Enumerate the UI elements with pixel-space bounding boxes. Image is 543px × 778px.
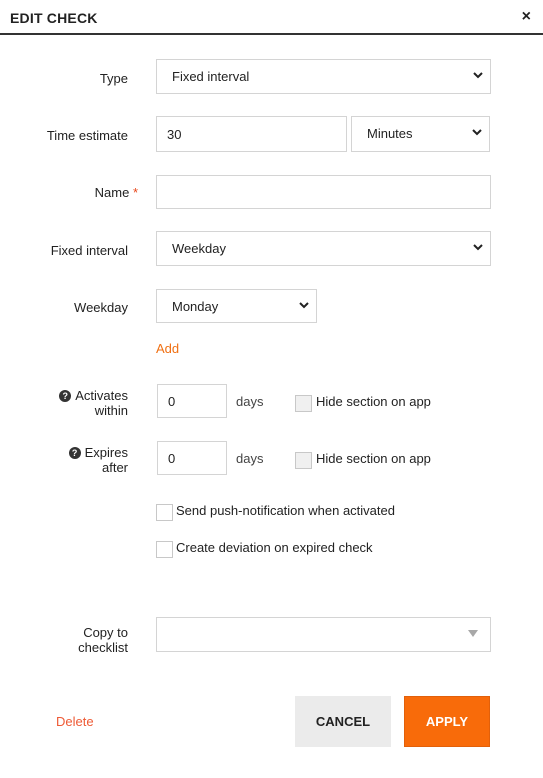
expires-days-unit: days bbox=[236, 451, 264, 466]
chevron-down-icon bbox=[472, 129, 482, 136]
activates-label-line2: within bbox=[94, 403, 128, 418]
help-icon[interactable]: ? bbox=[59, 390, 72, 402]
expires-label-line2: after bbox=[101, 460, 128, 475]
weekday-select[interactable]: Monday bbox=[156, 289, 317, 323]
fixed-interval-label: Fixed interval bbox=[50, 243, 128, 258]
weekday-label: Weekday bbox=[74, 300, 128, 315]
add-weekday-link[interactable]: Add bbox=[156, 341, 179, 356]
delete-link[interactable]: Delete bbox=[56, 714, 94, 729]
create-deviation-checkbox[interactable] bbox=[156, 541, 173, 558]
time-estimate-value: 30 bbox=[167, 127, 182, 142]
apply-button[interactable]: APPLY bbox=[404, 696, 490, 747]
name-label: Name * bbox=[95, 185, 138, 200]
dialog-title: EDIT CHECK bbox=[10, 10, 98, 26]
expires-after-input[interactable]: 0 bbox=[157, 441, 227, 475]
chevron-down-icon bbox=[473, 244, 483, 251]
copy-to-checklist-label: Copy to checklist bbox=[78, 625, 128, 655]
dialog-header: EDIT CHECK × bbox=[0, 0, 543, 35]
expires-after-label: ? Expires after bbox=[68, 445, 128, 475]
cancel-button[interactable]: CANCEL bbox=[295, 696, 391, 747]
expires-hide-label: Hide section on app bbox=[316, 451, 431, 466]
fixed-interval-select[interactable]: Weekday bbox=[156, 231, 491, 266]
expires-label-line1: Expires bbox=[84, 445, 128, 460]
activates-within-value: 0 bbox=[168, 394, 176, 409]
type-label: Type bbox=[99, 71, 128, 86]
push-notification-checkbox[interactable] bbox=[156, 504, 173, 521]
copy-label-line2: checklist bbox=[78, 640, 128, 655]
time-unit-select[interactable]: Minutes bbox=[351, 116, 490, 152]
chevron-down-icon bbox=[299, 302, 309, 309]
expires-hide-checkbox[interactable] bbox=[295, 452, 312, 469]
expires-after-value: 0 bbox=[168, 451, 176, 466]
time-unit-value: Minutes bbox=[367, 126, 413, 141]
weekday-value: Monday bbox=[172, 299, 219, 314]
push-notification-label: Send push-notification when activated bbox=[176, 503, 395, 518]
time-estimate-input[interactable]: 30 bbox=[156, 116, 347, 152]
activates-days-unit: days bbox=[236, 394, 264, 409]
name-input[interactable] bbox=[156, 175, 491, 209]
activates-hide-label: Hide section on app bbox=[316, 394, 431, 409]
activates-within-label: ? Activates within bbox=[59, 388, 128, 418]
name-label-text: Name bbox=[94, 185, 130, 200]
type-select[interactable]: Fixed interval bbox=[156, 59, 491, 94]
required-mark: * bbox=[132, 185, 138, 200]
fixed-interval-value: Weekday bbox=[172, 241, 226, 256]
copy-to-checklist-select[interactable] bbox=[156, 617, 491, 652]
help-icon[interactable]: ? bbox=[68, 447, 81, 459]
close-icon[interactable]: × bbox=[522, 8, 531, 26]
copy-label-line1: Copy to bbox=[83, 625, 128, 640]
activates-label-line1: Activates bbox=[75, 388, 128, 403]
time-estimate-label: Time estimate bbox=[46, 128, 128, 143]
activates-hide-checkbox[interactable] bbox=[295, 395, 312, 412]
activates-within-input[interactable]: 0 bbox=[157, 384, 227, 418]
type-select-value: Fixed interval bbox=[172, 69, 250, 84]
create-deviation-label: Create deviation on expired check bbox=[176, 540, 373, 555]
chevron-down-icon bbox=[473, 72, 483, 79]
triangle-down-icon bbox=[468, 630, 478, 637]
